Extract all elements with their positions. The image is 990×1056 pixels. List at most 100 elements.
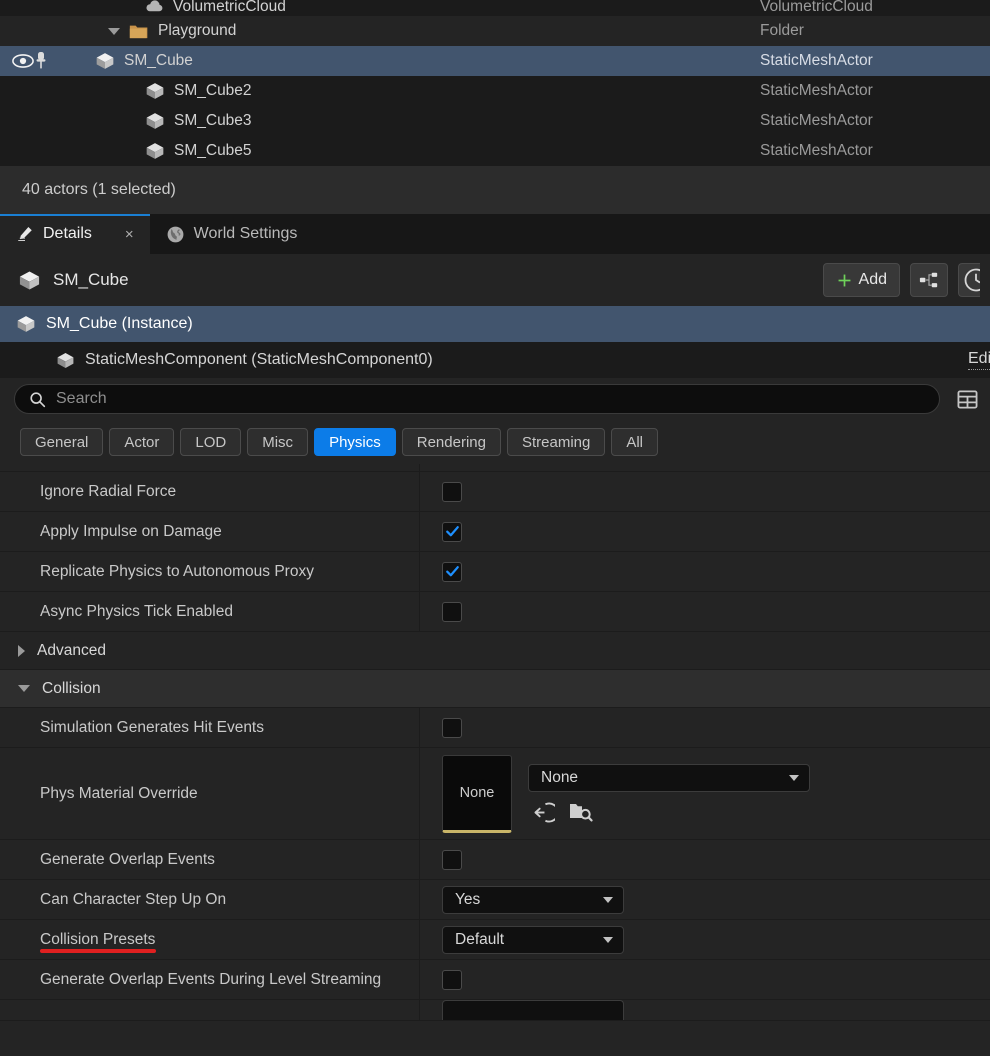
details-title-group: SM_Cube [18, 269, 813, 292]
actor-count-label: 40 actors (1 selected) [22, 181, 176, 198]
checkbox-apply-impulse-on-damage[interactable] [442, 521, 462, 542]
cloud-icon [145, 0, 164, 16]
static-mesh-icon [145, 141, 165, 161]
checkbox-generate-overlap-events-during-level-streaming[interactable] [442, 969, 462, 990]
search-box[interactable] [14, 384, 940, 414]
dropdown-value: None [541, 768, 579, 786]
chevron-down-icon[interactable] [108, 27, 120, 35]
phys-material-dropdown[interactable]: None [528, 763, 810, 792]
outliner-item-type: VolumetricCloud [760, 0, 873, 15]
chevron-down-icon [603, 896, 613, 903]
filter-label: Physics [329, 433, 381, 451]
tab-world-settings[interactable]: World Settings [150, 214, 314, 254]
property-label: Generate Overlap Events [0, 840, 420, 879]
close-icon[interactable]: × [125, 226, 134, 243]
grid-settings-icon[interactable] [950, 389, 984, 410]
dropdown-value: Yes [455, 890, 481, 908]
property-label: Generate Overlap Events During Level Str… [0, 960, 420, 999]
component-label: SM_Cube (Instance) [46, 315, 193, 332]
search-input[interactable] [56, 390, 925, 408]
chevron-down-icon [789, 774, 799, 781]
tab-label: Details [43, 225, 92, 242]
filter-general[interactable]: General [20, 428, 104, 456]
static-mesh-icon [56, 351, 75, 370]
outliner-row-sm-cube[interactable]: SM_Cube StaticMeshActor [0, 46, 990, 76]
browse-asset-icon[interactable] [569, 801, 593, 824]
outliner-item-label: Playground [158, 22, 237, 39]
property-row-replicate-physics-to-autonomous-proxy[interactable]: Replicate Physics to Autonomous Proxy [0, 552, 990, 592]
history-button[interactable] [958, 263, 980, 297]
property-label: Can Character Step Up On [0, 880, 420, 919]
checkbox-async-physics-tick-enabled[interactable] [442, 601, 462, 622]
edit-component-link[interactable]: Edit [968, 350, 990, 370]
outliner-row-playground[interactable]: Playground Folder [0, 16, 990, 46]
category-filter-tabs: General Actor LOD Misc Physics Rendering… [0, 420, 990, 464]
chevron-down-icon[interactable] [18, 685, 30, 692]
blueprint-hierarchy-button[interactable] [910, 263, 948, 297]
property-row-phys-material-override[interactable]: Phys Material Override None None [0, 748, 990, 840]
plus-icon [836, 272, 853, 289]
filter-label: Misc [262, 433, 294, 451]
property-row-can-character-step-up-on[interactable]: Can Character Step Up On Yes [0, 880, 990, 920]
property-row-generate-overlap-events[interactable]: Generate Overlap Events [0, 840, 990, 880]
pin-icon[interactable] [22, 51, 60, 71]
checkbox-simulation-generates-hit-events[interactable] [442, 717, 462, 738]
tab-details[interactable]: Details × [0, 214, 150, 254]
outliner-row-volumetriccloud[interactable]: VolumetricCloud VolumetricCloud [0, 0, 990, 16]
property-row-simulation-generates-hit-events[interactable]: Simulation Generates Hit Events [0, 708, 990, 748]
property-row-async-physics-tick-enabled[interactable]: Async Physics Tick Enabled [0, 592, 990, 632]
filter-streaming[interactable]: Streaming [506, 428, 606, 456]
section-advanced[interactable]: Advanced [0, 632, 990, 670]
outliner-item-type: Folder [760, 22, 804, 39]
property-row-apply-impulse-on-damage[interactable]: Apply Impulse on Damage [0, 512, 990, 552]
filter-label: General [35, 433, 89, 451]
property-row-generate-overlap-events-during-level-streaming[interactable]: Generate Overlap Events During Level Str… [0, 960, 990, 1000]
filter-label: Rendering [416, 433, 486, 451]
property-row-partial-bottom [0, 1000, 990, 1021]
component-row-staticmeshcomponent[interactable]: StaticMeshComponent (StaticMeshComponent… [0, 342, 990, 378]
dropdown-value: Default [455, 930, 505, 948]
page-title: SM_Cube [53, 270, 129, 289]
static-mesh-icon [145, 81, 165, 101]
outliner-row-sm-cube5[interactable]: SM_Cube5 StaticMeshActor [0, 136, 990, 166]
property-label: Simulation Generates Hit Events [0, 708, 420, 747]
checkbox-ignore-radial-force[interactable] [442, 481, 462, 502]
chevron-down-icon [603, 936, 613, 943]
filter-all[interactable]: All [611, 428, 659, 456]
filter-label: LOD [195, 433, 227, 451]
chevron-right-icon[interactable] [18, 644, 25, 657]
panel-tab-strip: Details × World Settings [0, 214, 990, 254]
details-header: SM_Cube Add [0, 254, 990, 306]
outliner-item-label: SM_Cube [124, 52, 193, 69]
checkbox-generate-overlap-events[interactable] [442, 849, 462, 870]
outliner-row-sm-cube3[interactable]: SM_Cube3 StaticMeshActor [0, 106, 990, 136]
filter-misc[interactable]: Misc [247, 428, 309, 456]
section-collision[interactable]: Collision [0, 670, 990, 708]
collision-presets-dropdown[interactable]: Default [442, 925, 624, 954]
outliner-item-type: StaticMeshActor [760, 52, 873, 69]
component-row-instance[interactable]: SM_Cube (Instance) [0, 306, 990, 342]
outliner-item-label: SM_Cube2 [174, 82, 252, 99]
asset-thumbnail[interactable]: None [442, 754, 512, 833]
outliner-item-type: StaticMeshActor [760, 142, 873, 159]
property-label: Async Physics Tick Enabled [0, 592, 420, 631]
filter-actor[interactable]: Actor [109, 428, 175, 456]
globe-icon [166, 225, 185, 244]
outliner-item-type: StaticMeshActor [760, 112, 873, 129]
annotation-underline [40, 949, 156, 953]
component-tree: SM_Cube (Instance) StaticMeshComponent (… [0, 306, 990, 378]
filter-rendering[interactable]: Rendering [401, 428, 501, 456]
checkbox-replicate-physics-to-autonomous-proxy[interactable] [442, 561, 462, 582]
outliner-row-sm-cube2[interactable]: SM_Cube2 StaticMeshActor [0, 76, 990, 106]
use-selected-asset-icon[interactable] [532, 801, 555, 824]
filter-lod[interactable]: LOD [180, 428, 242, 456]
property-row-collision-presets[interactable]: Collision Presets Default [0, 920, 990, 960]
property-label: Replicate Physics to Autonomous Proxy [0, 552, 420, 591]
can-character-step-up-on-dropdown[interactable]: Yes [442, 885, 624, 914]
filter-physics[interactable]: Physics [314, 428, 396, 456]
static-mesh-icon [95, 51, 115, 71]
property-row-ignore-radial-force[interactable]: Ignore Radial Force [0, 472, 990, 512]
unreal-editor-panels: VolumetricCloud VolumetricCloud Playgrou… [0, 0, 990, 1056]
filter-label: All [626, 433, 644, 451]
add-component-button[interactable]: Add [822, 263, 900, 297]
